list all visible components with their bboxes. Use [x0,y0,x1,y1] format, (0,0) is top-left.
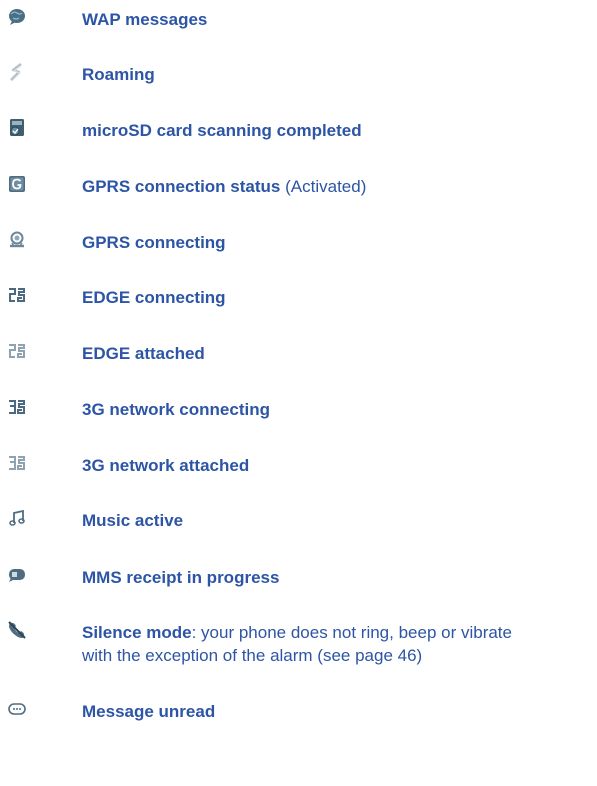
roaming-icon [6,63,28,82]
entry-text: microSD card scanning completed [82,119,592,142]
entry-text: Roaming [82,63,592,86]
entry-title: GPRS connecting [82,233,226,252]
3g-attached-icon [6,454,28,472]
entry-text: Message unread [82,700,592,723]
music-note-icon [6,509,28,527]
entry-detail: with the exception of the alarm (see pag… [82,646,423,665]
edge-attached-icon [6,342,28,360]
entry-text: EDGE connecting [82,286,592,309]
entry-text: 3G network attached [82,454,592,477]
entry-title: Music active [82,511,184,530]
entry-title: WAP messages [82,10,208,29]
entry-title: 3G network attached [82,456,250,475]
entry-text: Silence mode: your phone does not ring, … [82,621,592,667]
gprs-connecting-icon [6,231,28,249]
status-icon-list: WAP messages Roaming microSD card scanni… [0,0,597,786]
microsd-card-icon [6,119,28,137]
entry-text: Music active [82,509,592,532]
entry-title: Silence mode [82,623,192,642]
entry-text: 3G network connecting [82,398,592,421]
mms-receipt-icon [6,566,28,584]
entry-title: EDGE attached [82,344,205,363]
entry-text: EDGE attached [82,342,592,365]
3g-connecting-icon [6,398,28,416]
entry-title: Message unread [82,702,216,721]
entry-title: GPRS connection status [82,177,281,196]
entry-title: MMS receipt in progress [82,568,280,587]
entry-text: MMS receipt in progress [82,566,592,589]
message-unread-icon [6,700,28,718]
silence-mode-icon [6,621,28,639]
entry-title: 3G network connecting [82,400,270,419]
entry-title: EDGE connecting [82,288,226,307]
entry-title: microSD card scanning completed [82,121,362,140]
entry-text: GPRS connecting [82,231,592,254]
entry-text: WAP messages [82,8,592,31]
entry-detail: : your phone does not ring, beep or vibr… [191,623,512,642]
globe-message-icon [6,8,28,26]
gprs-g-icon [6,175,28,193]
entry-title: Roaming [82,65,155,84]
edge-connecting-icon [6,286,28,304]
entry-detail: (Activated) [285,177,367,196]
entry-text: GPRS connection status (Activated) [82,175,592,198]
